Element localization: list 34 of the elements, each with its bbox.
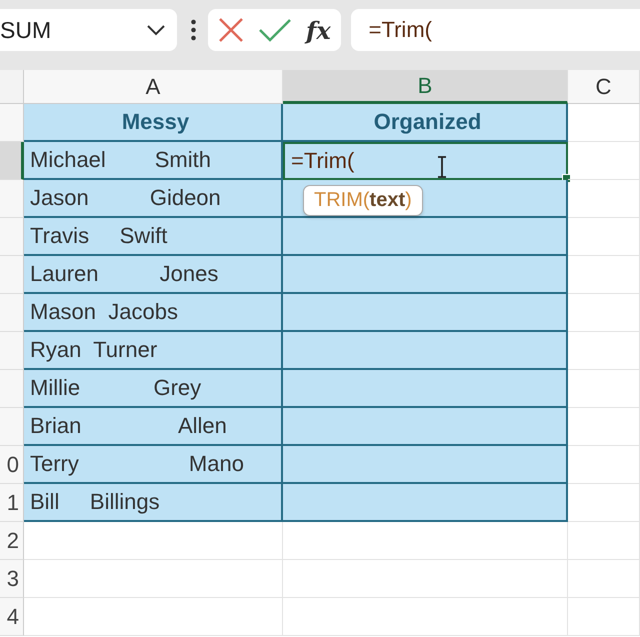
- table-cell: Travis Swift: [24, 218, 283, 256]
- row-header[interactable]: 1: [0, 484, 24, 522]
- chevron-down-icon[interactable]: [147, 24, 165, 36]
- empty-cell: [568, 560, 640, 598]
- enter-button[interactable]: [258, 18, 292, 42]
- function-tooltip: TRIM(text): [303, 185, 423, 216]
- empty-cell: [568, 522, 640, 560]
- text-cursor-icon: [437, 156, 447, 178]
- table-cell: Millie Grey: [24, 370, 283, 408]
- table-cell: Jason Gideon: [24, 180, 283, 218]
- table-cell: Brian Allen: [24, 408, 283, 446]
- row-header[interactable]: [0, 142, 24, 180]
- row-header[interactable]: 2: [0, 522, 24, 560]
- table-cell: Michael Smith: [24, 142, 283, 180]
- more-options-icon[interactable]: [191, 19, 196, 41]
- table-cell: Terry Mano: [24, 446, 283, 484]
- table-cell: Lauren Jones: [24, 256, 283, 294]
- row-header[interactable]: 0: [0, 446, 24, 484]
- table-cell: Bill Billings: [24, 484, 283, 522]
- column-header[interactable]: C: [568, 70, 640, 104]
- column-header[interactable]: B: [283, 70, 568, 104]
- empty-cell: [568, 598, 640, 636]
- table-cell: Mason Jacobs: [24, 294, 283, 332]
- row-header[interactable]: 4: [0, 598, 24, 636]
- corner-select-all[interactable]: [0, 70, 24, 104]
- row-header[interactable]: 3: [0, 560, 24, 598]
- cancel-button[interactable]: [218, 17, 244, 43]
- name-box[interactable]: SUM: [0, 9, 177, 51]
- table-cell: Ryan Turner: [24, 332, 283, 370]
- column-header[interactable]: A: [24, 70, 283, 104]
- formula-field[interactable]: =Trim(: [350, 9, 640, 51]
- insert-function-button[interactable]: fx: [306, 16, 331, 44]
- table-cell: Organized: [283, 104, 568, 142]
- table-cell: Messy: [24, 104, 283, 142]
